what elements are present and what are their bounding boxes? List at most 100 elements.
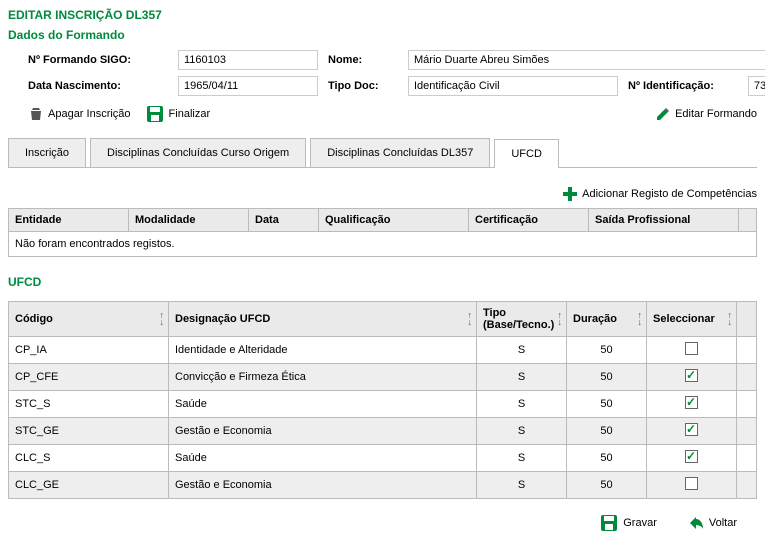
checkbox[interactable] — [685, 450, 698, 463]
label-tipo-doc: Tipo Doc: — [328, 80, 398, 92]
cell-seleccionar — [647, 364, 737, 391]
cell-designacao: Saúde — [169, 391, 477, 418]
label-data-nascimento: Data Nascimento: — [28, 80, 168, 92]
cell-duracao: 50 — [567, 364, 647, 391]
editar-formando-link[interactable]: Editar Formando — [655, 106, 757, 122]
cell-blank — [737, 364, 757, 391]
cell-duracao: 50 — [567, 337, 647, 364]
edit-icon — [655, 106, 671, 122]
plus-icon — [562, 186, 578, 202]
checkbox[interactable] — [685, 477, 698, 490]
sort-icon[interactable]: ↑↓ — [160, 312, 165, 326]
input-data-nascimento[interactable] — [178, 76, 318, 96]
page-title: EDITAR INSCRIÇÃO DL357 — [8, 8, 757, 22]
table-row: CP_IAIdentidade e AlteridadeS50 — [9, 337, 757, 364]
cell-duracao: 50 — [567, 418, 647, 445]
label-nome: Nome: — [328, 54, 398, 66]
label-num-formando: Nº Formando SIGO: — [28, 54, 168, 66]
editar-formando-label: Editar Formando — [675, 108, 757, 120]
cell-seleccionar — [647, 418, 737, 445]
tab-ufcd[interactable]: UFCD — [494, 139, 559, 168]
label-num-identificacao: Nº Identificação: — [628, 80, 738, 92]
cell-seleccionar — [647, 445, 737, 472]
cell-codigo: CLC_S — [9, 445, 169, 472]
input-tipo-doc[interactable] — [408, 76, 618, 96]
input-num-formando[interactable] — [178, 50, 318, 70]
back-icon — [687, 514, 705, 532]
table-row: CLC_GEGestão e EconomiaS50 — [9, 472, 757, 499]
sort-icon[interactable]: ↑↓ — [468, 312, 473, 326]
cell-seleccionar — [647, 472, 737, 499]
th-qualificacao[interactable]: Qualificação — [319, 209, 469, 232]
save-icon — [145, 104, 165, 124]
th-saida[interactable]: Saída Profissional — [589, 209, 739, 232]
save-icon — [599, 513, 619, 533]
table-row: CP_CFEConvicção e Firmeza ÉticaS50 — [9, 364, 757, 391]
th-designacao[interactable]: Designação UFCD↑↓ — [169, 302, 477, 337]
cell-blank — [737, 418, 757, 445]
add-competencias-label: Adicionar Registo de Competências — [582, 188, 757, 200]
apagar-label: Apagar Inscrição — [48, 108, 131, 120]
cell-tipo: S — [477, 472, 567, 499]
cell-duracao: 50 — [567, 391, 647, 418]
cell-duracao: 50 — [567, 472, 647, 499]
th-seleccionar[interactable]: Seleccionar↑↓ — [647, 302, 737, 337]
add-competencias-link[interactable]: Adicionar Registo de Competências — [562, 186, 757, 202]
th-certificacao[interactable]: Certificação — [469, 209, 589, 232]
cell-designacao: Saúde — [169, 445, 477, 472]
cell-blank — [737, 472, 757, 499]
th-duracao[interactable]: Duração↑↓ — [567, 302, 647, 337]
cell-codigo: CLC_GE — [9, 472, 169, 499]
finalizar-link[interactable]: Finalizar — [145, 104, 211, 124]
cell-blank — [737, 391, 757, 418]
section-dados-formando: Dados do Formando — [8, 28, 757, 42]
cell-tipo: S — [477, 445, 567, 472]
checkbox[interactable] — [685, 369, 698, 382]
cell-codigo: CP_CFE — [9, 364, 169, 391]
th-blank2 — [737, 302, 757, 337]
finalizar-label: Finalizar — [169, 108, 211, 120]
voltar-button[interactable]: Voltar — [687, 513, 737, 533]
table-row: CLC_SSaúdeS50 — [9, 445, 757, 472]
cell-tipo: S — [477, 391, 567, 418]
cell-designacao: Gestão e Economia — [169, 472, 477, 499]
th-modalidade[interactable]: Modalidade — [129, 209, 249, 232]
gravar-label: Gravar — [623, 517, 657, 529]
th-codigo[interactable]: Código↑↓ — [9, 302, 169, 337]
checkbox[interactable] — [685, 396, 698, 409]
checkbox[interactable] — [685, 423, 698, 436]
cell-designacao: Gestão e Economia — [169, 418, 477, 445]
ufcd-table: Código↑↓ Designação UFCD↑↓ Tipo (Base/Te… — [8, 301, 757, 499]
th-tipo[interactable]: Tipo (Base/Tecno.)↑↓ — [477, 302, 567, 337]
cell-seleccionar — [647, 391, 737, 418]
tab-inscricao[interactable]: Inscrição — [8, 138, 86, 167]
cell-seleccionar — [647, 337, 737, 364]
cell-duracao: 50 — [567, 445, 647, 472]
cell-tipo: S — [477, 337, 567, 364]
tab-disc-dl357[interactable]: Disciplinas Concluídas DL357 — [310, 138, 490, 167]
tab-disc-origem[interactable]: Disciplinas Concluídas Curso Origem — [90, 138, 306, 167]
cell-codigo: CP_IA — [9, 337, 169, 364]
competencias-table: Entidade Modalidade Data Qualificação Ce… — [8, 208, 757, 257]
gravar-button[interactable]: Gravar — [599, 513, 657, 533]
sort-icon[interactable]: ↑↓ — [638, 312, 643, 326]
cell-blank — [737, 337, 757, 364]
table-row: STC_GEGestão e EconomiaS50 — [9, 418, 757, 445]
sort-icon[interactable]: ↑↓ — [728, 312, 733, 326]
cell-designacao: Convicção e Firmeza Ética — [169, 364, 477, 391]
ufcd-section-title: UFCD — [8, 275, 757, 289]
cell-codigo: STC_S — [9, 391, 169, 418]
apagar-inscricao-link[interactable]: Apagar Inscrição — [28, 106, 131, 122]
sort-icon[interactable]: ↑↓ — [558, 312, 563, 326]
th-data[interactable]: Data — [249, 209, 319, 232]
trash-icon — [28, 106, 44, 122]
table-row: STC_SSaúdeS50 — [9, 391, 757, 418]
cell-blank — [737, 445, 757, 472]
checkbox[interactable] — [685, 342, 698, 355]
th-entidade[interactable]: Entidade — [9, 209, 129, 232]
tabstrip: Inscrição Disciplinas Concluídas Curso O… — [8, 138, 757, 168]
th-blank — [739, 209, 757, 232]
cell-tipo: S — [477, 418, 567, 445]
input-nome[interactable] — [408, 50, 765, 70]
input-num-identificacao[interactable] — [748, 76, 765, 96]
